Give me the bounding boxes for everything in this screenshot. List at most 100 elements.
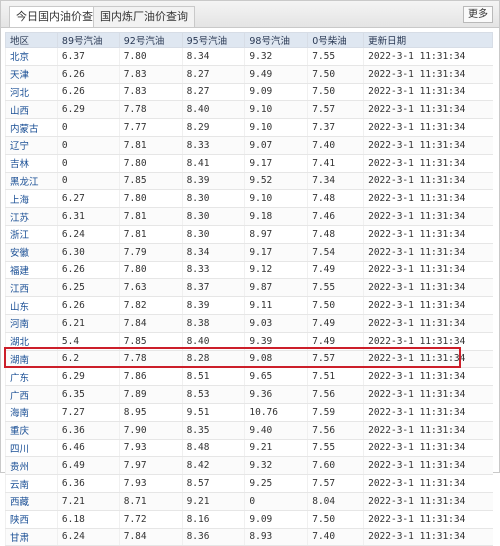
gas-95-cell: 8.39 — [181, 296, 245, 315]
diesel-0-cell: 7.37 — [307, 118, 364, 137]
diesel-0-cell: 7.49 — [307, 261, 364, 280]
gas-95-cell: 8.29 — [181, 118, 245, 137]
updated-cell: 2022-3-1 11:31:34 — [363, 528, 493, 546]
gas-92-cell: 7.77 — [118, 118, 183, 137]
gas-89-cell: 6.26 — [56, 261, 120, 280]
region-cell: 江苏 — [5, 207, 58, 226]
gas-98-cell: 9.11 — [244, 296, 308, 315]
table-row: 江苏 6.31 7.81 8.30 9.18 7.46 2022-3-1 11:31:34 — [5, 207, 493, 226]
table-row: 山西 6.29 7.78 8.40 9.10 7.57 2022-3-1 11:31:34 — [5, 100, 493, 120]
gas-92-cell: 7.80 — [118, 47, 183, 66]
gas-89-cell: 7.27 — [56, 403, 120, 422]
oil-price-panel: 今日国内油价查询 国内炼厂油价查询 更多 地区 89号汽油 92号汽油 95号汽… — [0, 0, 500, 546]
gas-98-cell: 9.17 — [244, 243, 308, 262]
gas-95-cell: 8.34 — [181, 47, 245, 66]
region-cell: 湖南 — [5, 350, 58, 369]
updated-cell: 2022-3-1 11:31:34 — [363, 492, 493, 511]
gas-98-cell: 9.10 — [244, 189, 308, 209]
updated-cell: 2022-3-1 11:31:34 — [363, 314, 493, 333]
diesel-0-cell: 8.04 — [307, 492, 364, 511]
table-row: 北京 6.37 7.80 8.34 9.32 7.55 2022-3-1 11:31:34 — [5, 47, 493, 66]
region-cell: 河南 — [5, 314, 58, 333]
diesel-0-cell: 7.56 — [307, 385, 364, 404]
table-row: 重庆 6.36 7.90 8.35 9.40 7.56 2022-3-1 11:31:34 — [5, 421, 493, 440]
gas-95-cell: 8.33 — [181, 136, 245, 155]
gas-89-cell: 6.24 — [56, 225, 120, 244]
gas-92-cell: 7.78 — [118, 350, 183, 369]
diesel-0-cell: 7.49 — [307, 332, 364, 351]
gas-95-cell: 8.28 — [181, 350, 245, 369]
gas-92-cell: 7.93 — [118, 474, 183, 493]
gas-98-cell: 0 — [244, 492, 308, 511]
region-cell: 江西 — [5, 278, 58, 298]
table-row: 陕西 6.18 7.72 8.16 9.09 7.50 2022-3-1 11:31:34 — [5, 510, 493, 529]
updated-cell: 2022-3-1 11:31:34 — [363, 385, 493, 404]
updated-cell: 2022-3-1 11:31:34 — [363, 456, 493, 476]
gas-95-cell: 8.30 — [181, 189, 245, 209]
table-row: 天津 6.26 7.83 8.27 9.49 7.50 2022-3-1 11:31:34 — [5, 65, 493, 84]
gas-89-cell: 6.26 — [56, 296, 120, 315]
diesel-0-cell: 7.40 — [307, 528, 364, 546]
column-header-89-gasoline: 89号汽油 — [56, 32, 120, 48]
diesel-0-cell: 7.60 — [307, 456, 364, 476]
region-cell: 山西 — [5, 100, 58, 120]
table-row: 西藏 7.21 8.71 9.21 0 8.04 2022-3-1 11:31:34 — [5, 492, 493, 511]
gas-92-cell: 7.72 — [118, 510, 183, 529]
gas-95-cell: 8.48 — [181, 439, 245, 458]
gas-92-cell: 7.83 — [118, 65, 183, 84]
gas-89-cell: 6.21 — [56, 314, 120, 333]
region-cell: 吉林 — [5, 154, 58, 173]
tab-bar: 今日国内油价查询 国内炼厂油价查询 更多 — [1, 1, 499, 28]
gas-98-cell: 9.87 — [244, 278, 308, 298]
gas-95-cell: 8.34 — [181, 243, 245, 262]
gas-98-cell: 9.65 — [244, 367, 308, 387]
updated-cell: 2022-3-1 11:31:34 — [363, 172, 493, 191]
gas-92-cell: 7.83 — [118, 83, 183, 102]
region-cell: 广东 — [5, 367, 58, 387]
table-row: 上海 6.27 7.80 8.30 9.10 7.48 2022-3-1 11:31:34 — [5, 189, 493, 209]
table-row: 浙江 6.24 7.81 8.30 8.97 7.48 2022-3-1 11:31:34 — [5, 225, 493, 244]
column-header-region: 地区 — [5, 32, 58, 48]
gas-89-cell: 6.27 — [56, 189, 120, 209]
column-header-92-gasoline: 92号汽油 — [118, 32, 183, 48]
table-row: 安徽 6.30 7.79 8.34 9.17 7.54 2022-3-1 11:31:34 — [5, 243, 493, 262]
gas-95-cell: 9.21 — [181, 492, 245, 511]
gas-92-cell: 7.85 — [118, 172, 183, 191]
gas-89-cell: 6.2 — [56, 350, 120, 369]
gas-89-cell: 0 — [56, 154, 120, 173]
diesel-0-cell: 7.56 — [307, 421, 364, 440]
gas-95-cell: 8.53 — [181, 385, 245, 404]
diesel-0-cell: 7.46 — [307, 207, 364, 226]
gas-89-cell: 7.21 — [56, 492, 120, 511]
updated-cell: 2022-3-1 11:31:34 — [363, 421, 493, 440]
table-row: 河北 6.26 7.83 8.27 9.09 7.50 2022-3-1 11:31:34 — [5, 83, 493, 102]
gas-89-cell: 6.26 — [56, 83, 120, 102]
more-button[interactable]: 更多 — [463, 6, 493, 23]
gas-95-cell: 8.27 — [181, 65, 245, 84]
gas-89-cell: 6.30 — [56, 243, 120, 262]
table-header-row: 地区 89号汽油 92号汽油 95号汽油 98号汽油 0号柴油 更新日期 — [5, 32, 493, 48]
updated-cell: 2022-3-1 11:31:34 — [363, 207, 493, 226]
gas-98-cell: 10.76 — [244, 403, 308, 422]
region-cell: 安徽 — [5, 243, 58, 262]
updated-cell: 2022-3-1 11:31:34 — [363, 332, 493, 351]
region-cell: 四川 — [5, 439, 58, 458]
gas-92-cell: 7.81 — [118, 207, 183, 226]
table-row: 广东 6.29 7.86 8.51 9.65 7.51 2022-3-1 11:31:34 — [5, 367, 493, 387]
gas-95-cell: 8.41 — [181, 154, 245, 173]
gas-95-cell: 8.37 — [181, 278, 245, 298]
region-cell: 海南 — [5, 403, 58, 422]
tab-refinery-price[interactable]: 国内炼厂油价查询 — [93, 6, 195, 27]
updated-cell: 2022-3-1 11:31:34 — [363, 154, 493, 173]
gas-98-cell: 9.36 — [244, 385, 308, 404]
gas-98-cell: 9.40 — [244, 421, 308, 440]
updated-cell: 2022-3-1 11:31:34 — [363, 189, 493, 209]
gas-98-cell: 9.52 — [244, 172, 308, 191]
gas-98-cell: 9.49 — [244, 65, 308, 84]
region-cell: 山东 — [5, 296, 58, 315]
gas-89-cell: 6.25 — [56, 278, 120, 298]
gas-95-cell: 8.40 — [181, 100, 245, 120]
table-row: 福建 6.26 7.80 8.33 9.12 7.49 2022-3-1 11:31:34 — [5, 261, 493, 280]
region-cell: 黑龙江 — [5, 172, 58, 191]
gas-89-cell: 0 — [56, 118, 120, 137]
